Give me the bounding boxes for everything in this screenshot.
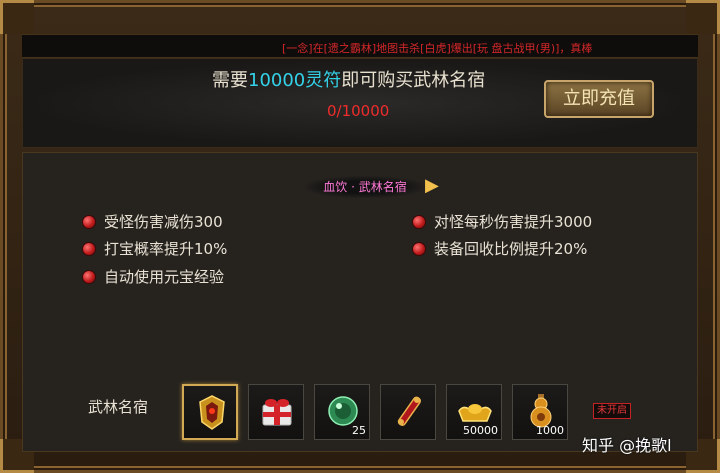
frame-corner xyxy=(686,0,720,34)
panel-title: 血饮 · 武林名宿 xyxy=(305,176,425,198)
red-orb-icon xyxy=(412,241,426,256)
arrow-right-icon: ▶ xyxy=(425,175,439,196)
red-orb-icon xyxy=(82,214,96,229)
reward-slot-5[interactable]: 50000 xyxy=(446,384,502,440)
gift-box-icon xyxy=(257,391,297,431)
purchase-requirement: 需要10000灵符即可购买武林名宿 xyxy=(212,66,485,92)
reward-slot-6[interactable]: 1000 xyxy=(512,384,568,440)
item-count: 25 xyxy=(352,424,366,437)
golden-armor-icon xyxy=(192,392,232,432)
red-orb-icon xyxy=(82,241,96,256)
attribute-item: 对怪每秒伤害提升3000 xyxy=(412,211,592,232)
attribute-item: 打宝概率提升10% xyxy=(82,238,227,259)
red-scroll-icon xyxy=(389,391,429,431)
attribute-text: 装备回收比例提升20% xyxy=(434,240,588,258)
requirement-suffix: 即可购买武林名宿 xyxy=(341,70,486,91)
recharge-button[interactable]: 立即充值 xyxy=(544,80,654,118)
watermark: 知乎 @挽歌l xyxy=(582,436,672,455)
red-orb-icon xyxy=(82,269,96,284)
attribute-item: 自动使用元宝经验 xyxy=(82,266,224,287)
announcement-text: [一念]在[遗之霸林]地图击杀[白虎]爆出[玩 盘古战甲(男)]，真棒 xyxy=(282,42,593,55)
attribute-text: 对怪每秒伤害提升3000 xyxy=(434,213,593,231)
reward-slot-1[interactable] xyxy=(182,384,238,440)
attribute-text: 自动使用元宝经验 xyxy=(104,268,225,286)
frame-corner xyxy=(0,0,34,34)
attribute-item: 装备回收比例提升20% xyxy=(412,238,587,259)
attribute-item: 受怪伤害减伤300 xyxy=(82,211,223,232)
item-count: 50000 xyxy=(463,424,498,437)
red-orb-icon xyxy=(412,214,426,229)
attribute-text: 打宝概率提升10% xyxy=(104,240,228,258)
attribute-text: 受怪伤害减伤300 xyxy=(104,213,223,231)
locked-badge: 未开启 xyxy=(593,403,631,419)
item-count: 1000 xyxy=(536,424,564,437)
slots-label: 武林名宿 xyxy=(88,398,149,416)
requirement-prefix: 需要 xyxy=(212,70,248,91)
reward-slot-2[interactable] xyxy=(248,384,304,440)
requirement-amount: 10000灵符 xyxy=(248,70,342,91)
reward-slot-4[interactable] xyxy=(380,384,436,440)
reward-slot-3[interactable]: 25 xyxy=(314,384,370,440)
purchase-progress: 0/10000 xyxy=(327,102,390,120)
